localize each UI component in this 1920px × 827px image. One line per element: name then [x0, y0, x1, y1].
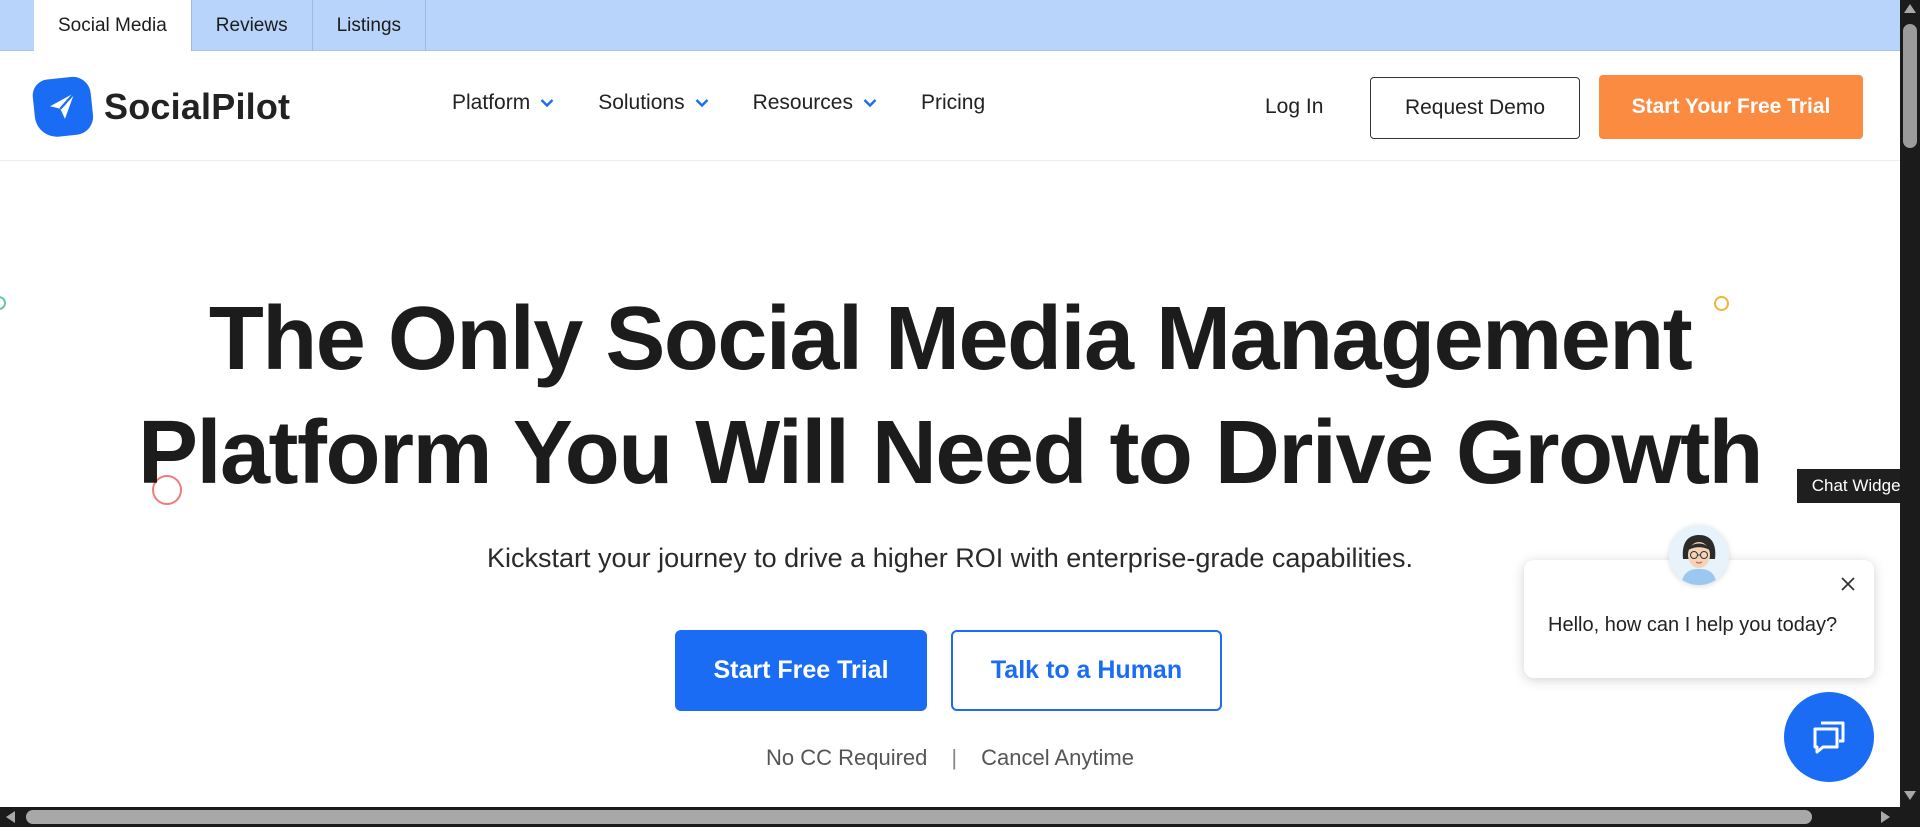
nav-pricing-label: Pricing — [920, 91, 986, 114]
nav-solutions-label: Solutions — [598, 91, 685, 114]
nav-resources-label: Resources — [752, 91, 853, 114]
tab-reviews[interactable]: Reviews — [192, 0, 313, 51]
chat-bubbles-icon — [1813, 721, 1845, 754]
product-tab-strip: Social Media Reviews Listings — [0, 0, 1900, 52]
tab-social-media[interactable]: Social Media — [34, 0, 192, 52]
main-nav: Platform Solutions Resources Pricing — [452, 91, 1029, 115]
hero-heading-line-1: The Only Social Media Management — [208, 289, 1693, 389]
nav-resources[interactable]: Resources — [753, 91, 877, 115]
brand-name: SocialPilot — [104, 86, 291, 127]
request-demo-button[interactable]: Request Demo — [1370, 77, 1580, 139]
scroll-right-arrow-icon[interactable] — [1881, 811, 1890, 823]
nav-platform[interactable]: Platform — [452, 91, 554, 115]
cancel-anytime-note: Cancel Anytime — [981, 745, 1134, 770]
nav-platform-label: Platform — [452, 91, 531, 114]
scroll-up-arrow-icon[interactable] — [1904, 4, 1916, 13]
scroll-down-arrow-icon[interactable] — [1904, 791, 1916, 800]
start-free-trial-button[interactable]: Start Free Trial — [675, 630, 927, 711]
brand-logo[interactable]: SocialPilot — [31, 75, 291, 139]
chevron-down-icon — [863, 99, 877, 108]
support-agent-avatar — [1669, 525, 1729, 585]
trial-notes: No CC Required | Cancel Anytime — [0, 745, 1900, 771]
hero-heading-line-2: Platform You Will Need to Drive Growth — [137, 403, 1764, 503]
login-link[interactable]: Log In — [1265, 95, 1323, 119]
hero-heading: The Only Social Media Management Platfor… — [0, 282, 1900, 510]
note-separator: | — [951, 745, 958, 770]
scroll-left-arrow-icon[interactable] — [6, 811, 15, 823]
chat-launcher-button[interactable] — [1784, 692, 1874, 782]
horizontal-scrollbar-thumb[interactable] — [26, 810, 1812, 824]
no-cc-note: No CC Required — [766, 745, 928, 770]
nav-solutions[interactable]: Solutions — [598, 91, 708, 115]
tab-listings[interactable]: Listings — [313, 0, 427, 51]
site-header: SocialPilot Platform Solutions Resources… — [0, 51, 1900, 161]
talk-to-human-button[interactable]: Talk to a Human — [951, 630, 1222, 711]
chevron-down-icon — [695, 99, 708, 108]
vertical-scrollbar-thumb[interactable] — [1903, 24, 1917, 148]
chat-greeting-text: Hello, how can I help you today? — [1548, 614, 1838, 636]
start-free-trial-header-button[interactable]: Start Your Free Trial — [1599, 75, 1863, 139]
nav-pricing[interactable]: Pricing — [921, 91, 985, 115]
paper-plane-icon — [31, 75, 95, 139]
close-icon[interactable] — [1836, 572, 1860, 596]
chevron-down-icon — [540, 99, 554, 108]
